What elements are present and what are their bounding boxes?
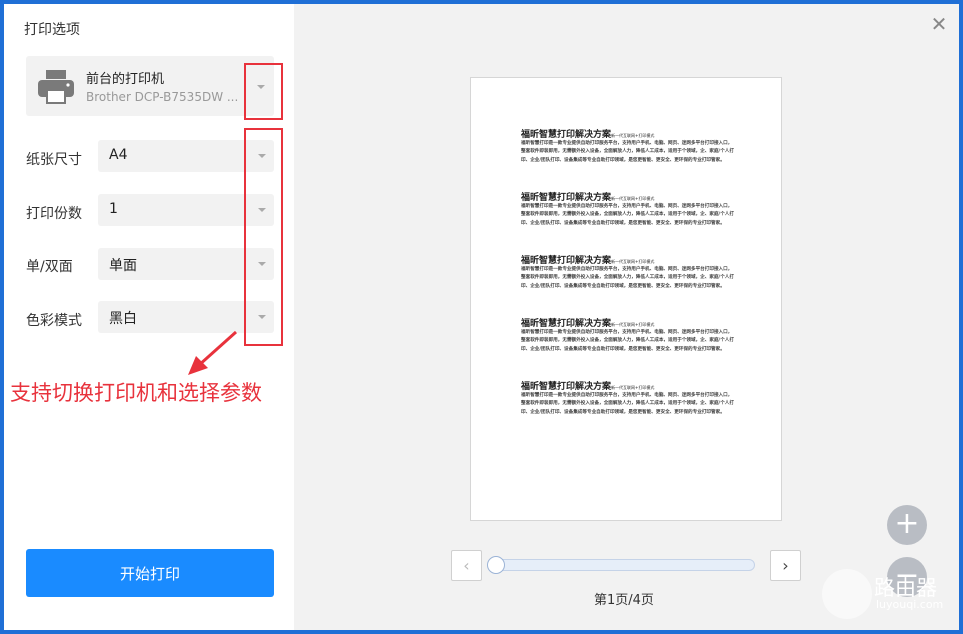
copies-label: 打印份数 — [26, 206, 82, 222]
preview-body: 福昕智慧打印是一款专业提供自助打印服务平台，支持用户手机、电脑、网页、迷网多平台… — [521, 204, 734, 226]
page-slider-thumb[interactable] — [487, 556, 505, 574]
chevron-right-icon: › — [782, 556, 789, 575]
paper-size-value: A4 — [109, 147, 128, 163]
preview-block: 福昕智慧打印解决方案新一代互联网+打印模式 福昕智慧打印是一款专业提供自助打印服… — [521, 127, 736, 165]
duplex-label: 单/双面 — [26, 259, 73, 275]
preview-heading: 福昕智慧打印解决方案新一代互联网+打印模式 — [521, 256, 655, 266]
printer-selector[interactable]: 前台的打印机 Brother DCP-B7535DW ... — [26, 56, 274, 116]
preview-subheading: 新一代互联网+打印模式 — [611, 385, 655, 390]
print-dialog: 打印选项 前台的打印机 Brother DCP-B7535DW ... 纸张尺寸… — [4, 4, 959, 630]
preview-body: 福昕智慧打印是一款专业提供自助打印服务平台，支持用户手机、电脑、网页、迷网多平台… — [521, 330, 734, 352]
close-icon[interactable]: ✕ — [929, 14, 949, 34]
preview-block: 福昕智慧打印解决方案新一代互联网+打印模式 福昕智慧打印是一款专业提供自助打印服… — [521, 316, 736, 354]
preview-subheading: 新一代互联网+打印模式 — [611, 196, 655, 201]
chevron-left-icon: ‹ — [463, 556, 470, 575]
highlight-box-settings — [244, 128, 283, 346]
printer-name: 前台的打印机 — [86, 72, 165, 87]
prev-page-button[interactable]: ‹ — [451, 550, 482, 581]
copies-value: 1 — [109, 201, 118, 217]
color-mode-value: 黑白 — [109, 311, 137, 327]
settings-panel: 打印选项 前台的打印机 Brother DCP-B7535DW ... 纸张尺寸… — [4, 4, 294, 630]
annotation-text: 支持切换打印机和选择参数 — [10, 381, 262, 405]
preview-subheading: 新一代互联网+打印模式 — [611, 322, 655, 327]
zoom-in-button[interactable]: + — [887, 505, 927, 545]
printer-model: Brother DCP-B7535DW ... — [86, 90, 239, 104]
preview-block: 福昕智慧打印解决方案新一代互联网+打印模式 福昕智慧打印是一款专业提供自助打印服… — [521, 379, 736, 417]
dialog-title: 打印选项 — [24, 22, 80, 38]
preview-heading: 福昕智慧打印解决方案新一代互联网+打印模式 — [521, 130, 655, 140]
preview-body: 福昕智慧打印是一款专业提供自助打印服务平台，支持用户手机、电脑、网页、迷网多平台… — [521, 393, 734, 415]
watermark-logo — [822, 569, 872, 619]
preview-subheading: 新一代互联网+打印模式 — [611, 259, 655, 264]
annotation-arrow-icon — [188, 330, 238, 375]
color-mode-label: 色彩模式 — [26, 313, 82, 329]
preview-body: 福昕智慧打印是一款专业提供自助打印服务平台，支持用户手机、电脑、网页、迷网多平台… — [521, 141, 734, 163]
preview-body: 福昕智慧打印是一款专业提供自助打印服务平台，支持用户手机、电脑、网页、迷网多平台… — [521, 267, 734, 289]
preview-heading: 福昕智慧打印解决方案新一代互联网+打印模式 — [521, 319, 655, 329]
preview-block: 福昕智慧打印解决方案新一代互联网+打印模式 福昕智慧打印是一款专业提供自助打印服… — [521, 253, 736, 291]
duplex-value: 单面 — [109, 258, 137, 274]
page-slider[interactable] — [487, 556, 755, 574]
preview-heading: 福昕智慧打印解决方案新一代互联网+打印模式 — [521, 193, 655, 203]
page-indicator: 第1页/4页 — [594, 593, 654, 608]
preview-block: 福昕智慧打印解决方案新一代互联网+打印模式 福昕智慧打印是一款专业提供自助打印服… — [521, 190, 736, 228]
preview-subheading: 新一代互联网+打印模式 — [611, 133, 655, 138]
preview-page: 福昕智慧打印解决方案新一代互联网+打印模式 福昕智慧打印是一款专业提供自助打印服… — [470, 77, 782, 521]
preview-heading: 福昕智慧打印解决方案新一代互联网+打印模式 — [521, 382, 655, 392]
printer-icon — [38, 70, 74, 104]
paper-size-label: 纸张尺寸 — [26, 152, 82, 168]
plus-icon: + — [894, 506, 920, 541]
next-page-button[interactable]: › — [770, 550, 801, 581]
watermark-subtext: luyouqi.com — [876, 598, 944, 611]
highlight-box-printer — [244, 63, 283, 120]
start-print-button[interactable]: 开始打印 — [26, 549, 274, 597]
